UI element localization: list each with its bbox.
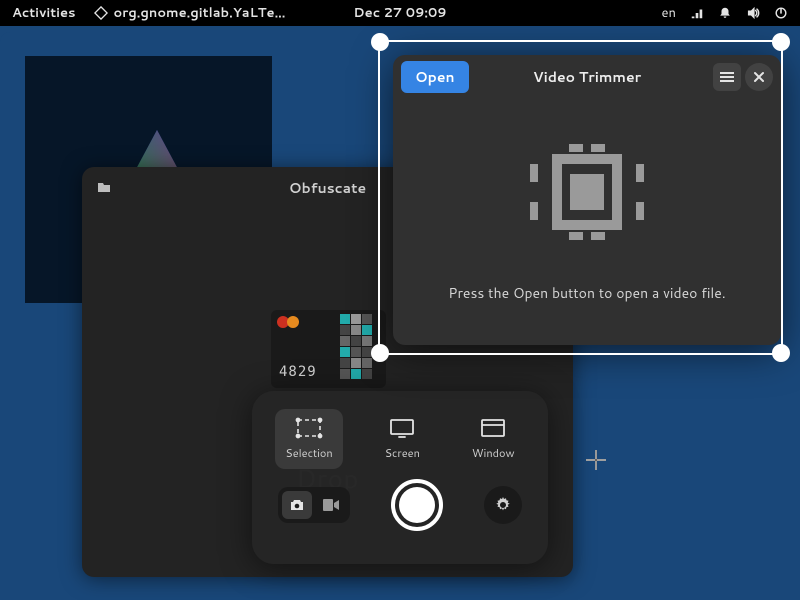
capture-mode-screen[interactable]: Screen [375,409,430,469]
app-menu-label: org.gnome.gitlab.YaLTe... [114,4,286,22]
close-icon [753,71,765,83]
capture-button[interactable] [391,479,443,531]
video-trimmer-hint: Press the Open button to open a video fi… [448,283,725,303]
pixelation-overlay [340,314,384,384]
window-icon [479,417,507,439]
top-panel: Activities org.gnome.gitlab.YaLTe... Dec… [0,0,800,26]
settings-button[interactable] [484,486,522,524]
trim-placeholder-icon [522,142,652,247]
hamburger-icon [720,70,734,84]
camera-icon [289,498,305,512]
open-button[interactable]: Open [401,61,469,93]
close-button[interactable] [745,63,773,91]
screen-icon [388,417,416,439]
capture-mode-label: Selection [285,445,332,461]
hamburger-menu-button[interactable] [713,63,741,91]
activities-button[interactable]: Activities [12,4,76,22]
capture-type-toggle [278,487,350,523]
gear-icon [495,497,511,513]
video-icon [323,499,339,511]
network-icon[interactable] [690,6,704,20]
obfuscate-title: Obfuscate [289,178,366,198]
clock[interactable]: Dec 27 09:09 [353,4,446,22]
app-diamond-icon [94,6,108,20]
capture-mode-label: Window [472,445,515,461]
card-number: 4829 [279,364,317,380]
app-menu[interactable]: org.gnome.gitlab.YaLTe... [94,4,286,22]
screenshot-ui: Selection Screen Window [252,391,548,564]
video-trimmer-window: Open Video Trimmer Pre [393,55,781,345]
selection-icon [295,417,323,439]
shutter-inner [399,487,435,523]
crosshair-cursor [585,449,607,477]
sample-credit-card: 4829 [271,310,386,388]
video-trimmer-headerbar: Open Video Trimmer [393,55,781,99]
input-source[interactable]: en [662,4,676,22]
capture-mode-selection[interactable]: Selection [275,409,342,469]
open-image-icon[interactable] [96,179,112,200]
volume-icon[interactable] [746,6,760,20]
video-trimmer-title: Video Trimmer [533,67,641,87]
capture-mode-window[interactable]: Window [462,409,525,469]
capture-mode-label: Screen [385,445,420,461]
screenshot-toggle[interactable] [282,491,312,519]
power-icon[interactable] [774,6,788,20]
notification-bell-icon[interactable] [718,6,732,20]
screencast-toggle[interactable] [316,491,346,519]
